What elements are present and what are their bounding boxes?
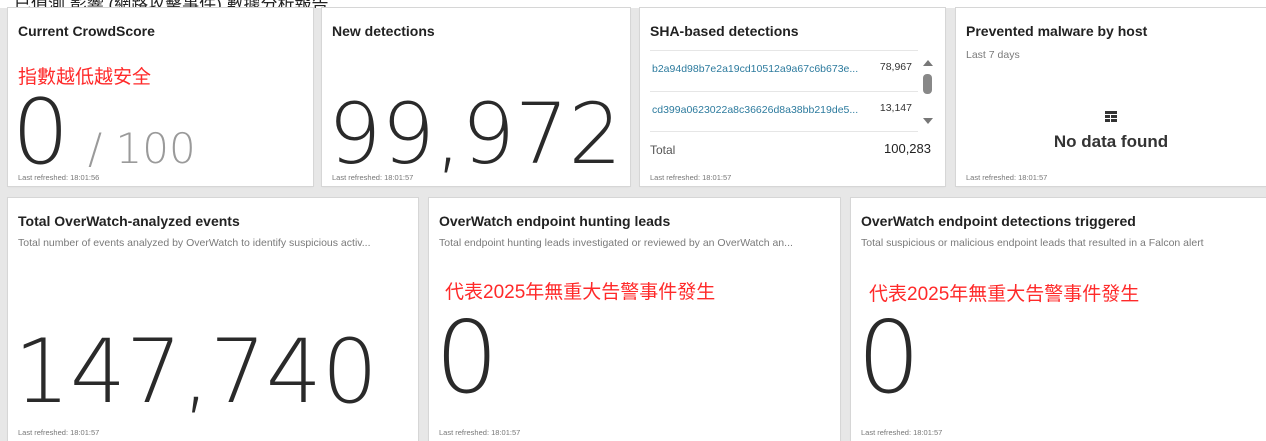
sha-divider [650, 131, 918, 133]
hunting-leads-card[interactable]: OverWatch endpoint hunting leads Total e… [429, 198, 840, 441]
detections-triggered-title: OverWatch endpoint detections triggered [861, 213, 1136, 229]
crowdscore-title: Current CrowdScore [18, 23, 155, 39]
detections-triggered-value: 0 [857, 299, 921, 416]
crowdscore-refreshed: Last refreshed: 18:01:56 [18, 173, 100, 182]
sha-row-1[interactable]: b2a94d98b7e2a19cd10512a9a67c6b673e... 78… [650, 50, 918, 88]
overwatch-events-refreshed: Last refreshed: 18:01:57 [18, 428, 100, 437]
prevented-malware-subtitle: Last 7 days [966, 49, 1020, 61]
detections-triggered-subtitle: Total suspicious or malicious endpoint l… [861, 237, 1204, 249]
no-data-message: No data found [1053, 132, 1169, 151]
scroll-up-icon[interactable] [923, 60, 933, 66]
sha-hash-link[interactable]: b2a94d98b7e2a19cd10512a9a67c6b673e... [652, 63, 858, 75]
sha-hash-link[interactable]: cd399a0623022a8c36626d8a38bb219de5... [652, 104, 858, 116]
prevented-malware-card[interactable]: Prevented malware by host Last 7 days No… [956, 8, 1266, 186]
sha-total-label: Total [650, 143, 676, 157]
scroll-down-icon[interactable] [923, 118, 933, 124]
new-detections-refreshed: Last refreshed: 18:01:57 [332, 173, 414, 182]
top-caption: 已偵測 影響 (網路攻擊事件) 數據分析報告 [14, 0, 329, 8]
prevented-malware-refreshed: Last refreshed: 18:01:57 [966, 173, 1048, 182]
hunting-leads-value: 0 [435, 299, 499, 416]
detections-triggered-card[interactable]: OverWatch endpoint detections triggered … [851, 198, 1266, 441]
new-detections-card[interactable]: New detections 99,972 Last refreshed: 18… [322, 8, 630, 186]
sha-count: 78,967 [879, 61, 912, 73]
overwatch-events-subtitle: Total number of events analyzed by OverW… [18, 237, 371, 249]
sha-total-value: 100,283 [884, 141, 931, 156]
crowdscore-card[interactable]: Current CrowdScore 指數越低越安全 0 / 100 Last … [8, 8, 313, 186]
new-detections-title: New detections [332, 23, 435, 39]
sha-count: 13,147 [879, 102, 912, 114]
crowdscore-value: 0 [12, 80, 70, 185]
hunting-leads-subtitle: Total endpoint hunting leads investigate… [439, 237, 793, 249]
top-caption-strip: 已偵測 影響 (網路攻擊事件) 數據分析報告 [0, 0, 1266, 8]
sha-row-2[interactable]: cd399a0623022a8c36626d8a38bb219de5... 13… [650, 91, 918, 129]
detections-triggered-refreshed: Last refreshed: 18:01:57 [861, 428, 943, 437]
sha-detections-title: SHA-based detections [650, 23, 799, 39]
hunting-leads-title: OverWatch endpoint hunting leads [439, 213, 671, 229]
overwatch-events-card[interactable]: Total OverWatch-analyzed events Total nu… [8, 198, 418, 441]
sha-detections-card[interactable]: SHA-based detections b2a94d98b7e2a19cd10… [640, 8, 945, 186]
prevented-malware-title: Prevented malware by host [966, 23, 1148, 39]
hunting-leads-refreshed: Last refreshed: 18:01:57 [439, 428, 521, 437]
crowdscore-max: / 100 [88, 124, 196, 173]
table-icon [1105, 111, 1117, 122]
sha-refreshed: Last refreshed: 18:01:57 [650, 173, 732, 182]
new-detections-value: 99,972 [328, 85, 622, 183]
overwatch-events-title: Total OverWatch-analyzed events [18, 213, 240, 229]
overwatch-events-value: 147,740 [14, 320, 378, 423]
scrollbar-thumb[interactable] [923, 74, 932, 94]
